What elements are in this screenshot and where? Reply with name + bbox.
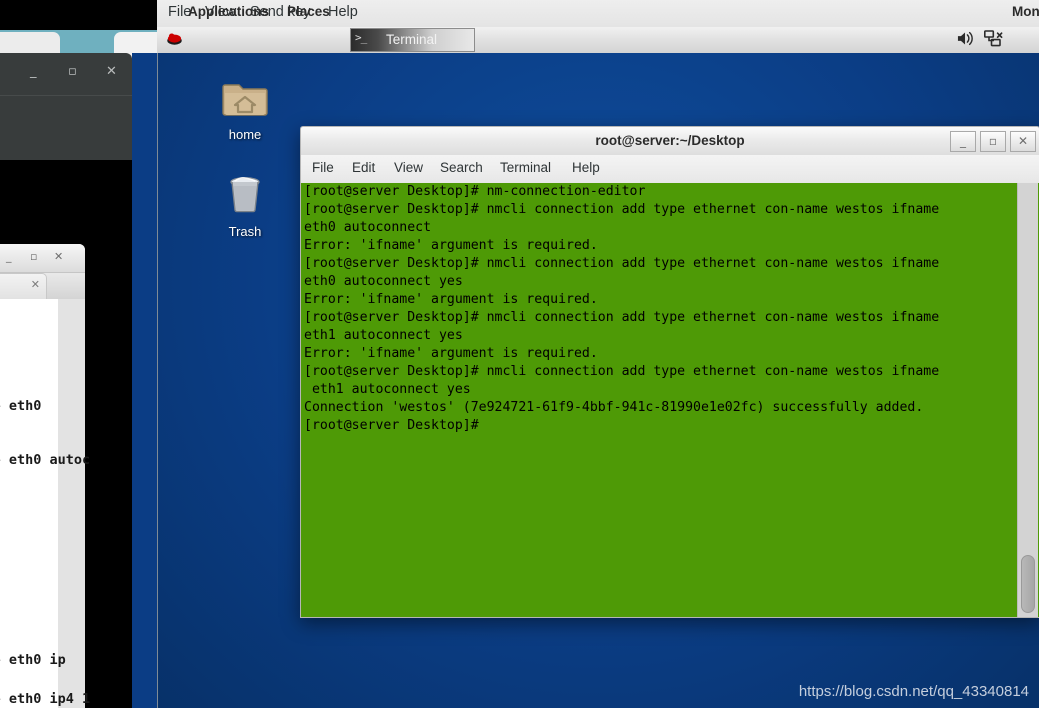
host-dark-close-button[interactable]: ✕ xyxy=(106,64,117,79)
terminal-close-button[interactable]: ✕ xyxy=(1010,131,1036,152)
guest-desktop-edge xyxy=(157,53,158,708)
terminal-title: root@server:~/Desktop xyxy=(595,133,745,148)
host-editor-tab-close-icon[interactable]: ✕ xyxy=(31,278,40,291)
terminal-menu-file[interactable]: File xyxy=(312,160,334,175)
screen-root: _ ▫ ✕ _ ▫ ✕ ✕ ifname eth0 ifname eth0 au… xyxy=(0,0,1039,708)
red-hat-logo-icon[interactable] xyxy=(166,31,183,47)
terminal-menubar: File Edit View Search Terminal Help xyxy=(300,155,1039,183)
panel-clock[interactable]: Mon xyxy=(1012,4,1039,19)
terminal-body: [root@server Desktop]# nm-connection-edi… xyxy=(300,183,1039,618)
host-editor-tab[interactable]: ✕ xyxy=(0,273,47,299)
terminal-window[interactable]: root@server:~/Desktop _ ▫ ✕ File Edit Vi… xyxy=(300,126,1039,618)
volume-icon[interactable] xyxy=(956,30,975,47)
host-dark-separator xyxy=(0,95,132,96)
terminal-menu-search[interactable]: Search xyxy=(440,160,483,175)
taskbar-item-terminal-label: Terminal xyxy=(386,32,438,47)
terminal-maximize-button[interactable]: ▫ xyxy=(980,131,1006,152)
host-editor-maximize-button[interactable]: ▫ xyxy=(30,250,37,263)
desktop-icon-home-label: home xyxy=(228,127,262,142)
terminal-menu-terminal[interactable]: Terminal xyxy=(500,160,551,175)
terminal-scrollbar-thumb[interactable] xyxy=(1021,555,1035,613)
terminal-output: [root@server Desktop]# nm-connection-edi… xyxy=(304,184,940,433)
home-folder-icon xyxy=(222,84,268,116)
host-editor-code-line: ifname eth0 xyxy=(0,398,42,414)
host-editor-code-line: ifname eth0 ip xyxy=(0,652,66,668)
gnome-top-panel xyxy=(157,27,1039,54)
watermark-url: https://blog.csdn.net/qq_43340814 xyxy=(798,683,1029,700)
desktop-icon-trash[interactable]: Trash xyxy=(200,170,290,239)
desktop-left-strip xyxy=(132,53,158,708)
host-editor-window[interactable]: _ ▫ ✕ ✕ xyxy=(0,244,85,708)
host-editor-code-line: ifname eth0 ip4 1 xyxy=(0,691,91,707)
taskbar-item-terminal[interactable]: >_ Terminal xyxy=(350,28,475,52)
vm-menu-help[interactable]: Help xyxy=(328,4,358,20)
desktop-icon-home[interactable]: home xyxy=(200,73,290,142)
panel-applications-menu[interactable]: Applications xyxy=(188,4,269,19)
host-dark-minimize-button[interactable]: _ xyxy=(30,64,37,79)
terminal-menu-edit[interactable]: Edit xyxy=(352,160,375,175)
terminal-window-icon: >_ xyxy=(355,31,367,44)
host-editor-body xyxy=(0,299,58,708)
desktop-icon-trash-label: Trash xyxy=(228,224,262,239)
host-editor-scrollbar[interactable] xyxy=(58,299,85,708)
panel-places-menu[interactable]: Places xyxy=(287,4,330,19)
host-dark-maximize-button[interactable]: ▫ xyxy=(68,64,77,79)
host-dark-terminal-window[interactable]: _ ▫ ✕ xyxy=(0,53,132,160)
terminal-menu-help[interactable]: Help xyxy=(572,160,600,175)
host-editor-code-line: ifname eth0 autoc xyxy=(0,452,91,468)
network-disconnected-icon[interactable] xyxy=(984,30,1004,48)
host-editor-close-button[interactable]: ✕ xyxy=(54,250,63,263)
terminal-minimize-button[interactable]: _ xyxy=(950,131,976,152)
terminal-menu-view[interactable]: View xyxy=(394,160,423,175)
terminal-titlebar[interactable]: root@server:~/Desktop _ ▫ ✕ xyxy=(300,126,1039,155)
terminal-screen[interactable]: [root@server Desktop]# nm-connection-edi… xyxy=(302,183,1017,617)
host-editor-minimize-button[interactable]: _ xyxy=(6,250,12,263)
terminal-scrollbar[interactable] xyxy=(1017,183,1038,617)
host-editor-titlebar[interactable]: _ ▫ ✕ xyxy=(0,244,85,273)
trash-icon xyxy=(230,177,260,213)
